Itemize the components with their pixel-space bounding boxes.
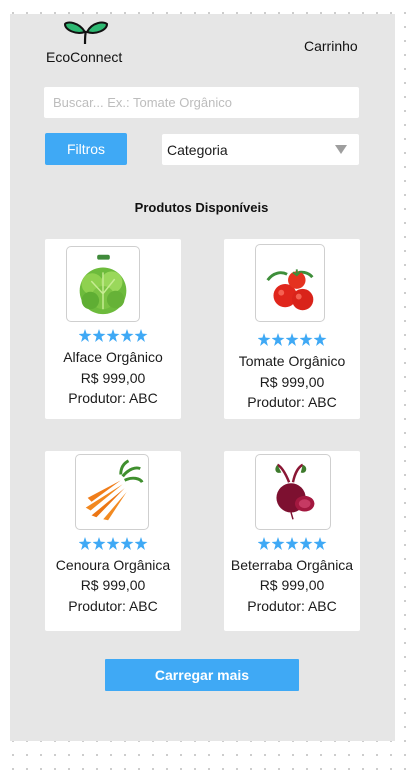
tomato-image: [255, 244, 325, 322]
star-icon: [134, 537, 148, 550]
category-select[interactable]: Categoria: [162, 134, 359, 165]
product-card[interactable]: Tomate Orgânico R$ 999,00 Produtor: ABC: [224, 239, 360, 419]
product-card[interactable]: Cenoura Orgânica R$ 999,00 Produtor: ABC: [45, 451, 181, 631]
star-icon: [257, 537, 271, 550]
product-name: Beterraba Orgânica: [230, 557, 354, 573]
product-producer: Produtor: ABC: [68, 390, 158, 406]
star-icon: [271, 537, 285, 550]
product-price: R$ 999,00: [259, 374, 325, 390]
product-price: R$ 999,00: [80, 370, 146, 386]
sprout-icon: [64, 21, 108, 45]
star-icon: [92, 329, 106, 342]
star-icon: [257, 333, 271, 346]
product-card[interactable]: Beterraba Orgânica R$ 999,00 Produtor: A…: [224, 451, 360, 631]
star-icon: [120, 329, 134, 342]
caret-down-icon: [335, 145, 347, 154]
product-producer: Produtor: ABC: [68, 598, 158, 614]
product-price: R$ 999,00: [259, 577, 325, 593]
product-producer: Produtor: ABC: [247, 598, 337, 614]
star-icon: [106, 329, 120, 342]
star-icon: [120, 537, 134, 550]
product-name: Tomate Orgânico: [238, 353, 346, 369]
star-icon: [78, 537, 92, 550]
product-price: R$ 999,00: [80, 577, 146, 593]
product-name: Alface Orgânico: [63, 349, 163, 365]
star-icon: [299, 333, 313, 346]
star-icon: [92, 537, 106, 550]
rating-stars: [224, 537, 360, 554]
star-icon: [271, 333, 285, 346]
star-icon: [78, 329, 92, 342]
star-icon: [285, 333, 299, 346]
search-input[interactable]: [44, 87, 359, 118]
rating-stars: [224, 333, 360, 350]
product-producer: Produtor: ABC: [247, 394, 337, 410]
product-name: Cenoura Orgânica: [55, 557, 171, 573]
cart-link[interactable]: Carrinho: [304, 38, 358, 54]
brand-name: EcoConnect: [46, 49, 123, 65]
star-icon: [134, 329, 148, 342]
filters-button[interactable]: Filtros: [45, 133, 127, 165]
rating-stars: [45, 329, 181, 346]
load-more-button[interactable]: Carregar mais: [105, 659, 299, 691]
product-card[interactable]: Alface Orgânico R$ 999,00 Produtor: ABC: [45, 239, 181, 419]
lettuce-image: [66, 246, 140, 322]
beet-image: [255, 454, 331, 530]
star-icon: [106, 537, 120, 550]
category-select-value: Categoria: [167, 141, 228, 158]
star-icon: [299, 537, 313, 550]
rating-stars: [45, 537, 181, 554]
carrot-image: [75, 454, 149, 530]
star-icon: [313, 333, 327, 346]
section-title: Produtos Disponíveis: [134, 200, 269, 215]
star-icon: [313, 537, 327, 550]
star-icon: [285, 537, 299, 550]
